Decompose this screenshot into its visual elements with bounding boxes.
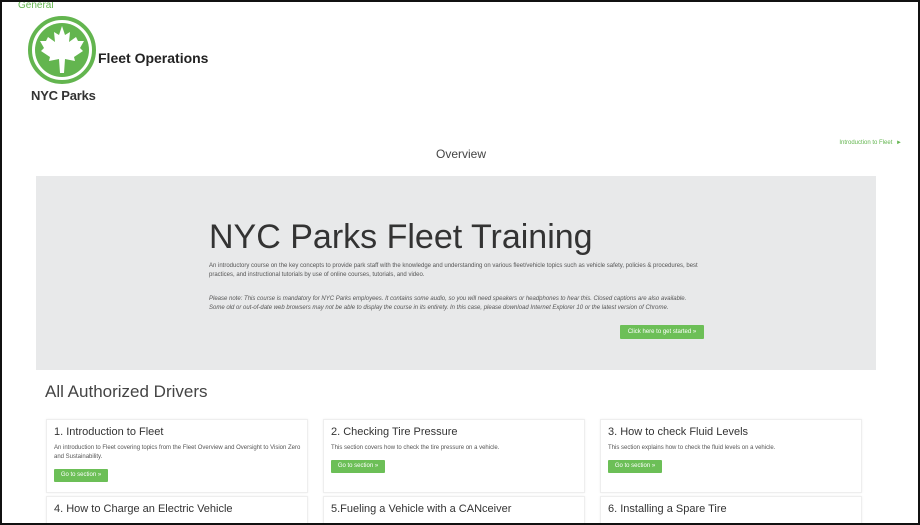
- section-card: 2. Checking Tire Pressure This section c…: [323, 419, 585, 493]
- section-card: 3. How to check Fluid Levels This sectio…: [600, 419, 862, 493]
- arrow-right-icon: ►: [896, 140, 902, 146]
- app-title: Fleet Operations: [98, 50, 209, 66]
- card-title: 5.Fueling a Vehicle with a CANceiver: [331, 503, 512, 515]
- section-card: 5.Fueling a Vehicle with a CANceiver: [323, 496, 585, 523]
- section-heading: All Authorized Drivers: [45, 382, 208, 401]
- nyc-parks-maple-leaf-logo[interactable]: [27, 15, 97, 85]
- page-title: Overview: [436, 147, 487, 161]
- card-description: An introduction to Fleet covering topics…: [54, 445, 301, 460]
- go-to-section-button[interactable]: Go to section »: [54, 469, 108, 482]
- page-frame: General Fleet Operations NYC Parks Overv…: [0, 0, 920, 525]
- get-started-button[interactable]: Click here to get started »: [620, 325, 704, 339]
- card-description: This section explains how to check the f…: [608, 445, 776, 451]
- hero-banner: NYC Parks Fleet Training An introductory…: [36, 176, 876, 370]
- general-link[interactable]: General: [18, 2, 54, 11]
- hero-note: Please note: This course is mandatory fo…: [209, 296, 687, 311]
- card-title: 4. How to Charge an Electric Vehicle: [54, 503, 233, 515]
- section-card: 4. How to Charge an Electric Vehicle: [46, 496, 308, 523]
- card-title: 2. Checking Tire Pressure: [331, 426, 458, 438]
- brand-name: NYC Parks: [31, 88, 96, 103]
- next-section-link[interactable]: Introduction to Fleet ►: [839, 140, 902, 146]
- card-title: 1. Introduction to Fleet: [54, 426, 164, 438]
- card-description: This section covers how to check the tir…: [331, 445, 500, 451]
- section-card: 1. Introduction to Fleet An introduction…: [46, 419, 308, 493]
- section-card: 6. Installing a Spare Tire: [600, 496, 862, 523]
- hero-title: NYC Parks Fleet Training: [209, 218, 593, 256]
- go-to-section-button[interactable]: Go to section »: [608, 460, 662, 473]
- next-section-link-label: Introduction to Fleet: [839, 140, 893, 146]
- go-to-section-button[interactable]: Go to section »: [331, 460, 385, 473]
- card-title: 3. How to check Fluid Levels: [608, 426, 749, 438]
- hero-description: An introductory course on the key concep…: [209, 263, 698, 278]
- card-title: 6. Installing a Spare Tire: [608, 503, 727, 515]
